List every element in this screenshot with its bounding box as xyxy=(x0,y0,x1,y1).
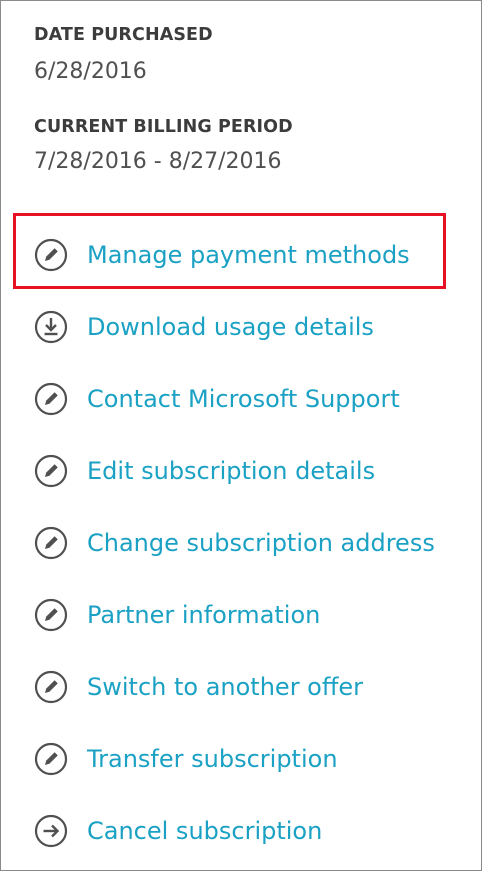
contact-microsoft-support-label: Contact Microsoft Support xyxy=(87,385,400,413)
cancel-subscription-label: Cancel subscription xyxy=(87,817,323,845)
partner-information-label: Partner information xyxy=(87,601,321,629)
switch-offer-label: Switch to another offer xyxy=(87,673,364,701)
date-purchased-label: DATE PURCHASED xyxy=(34,25,213,45)
contact-microsoft-support-link[interactable]: Contact Microsoft Support xyxy=(33,379,400,419)
billing-period-label: CURRENT BILLING PERIOD xyxy=(34,117,293,137)
change-subscription-address-link[interactable]: Change subscription address xyxy=(33,523,435,563)
switch-offer-link[interactable]: Switch to another offer xyxy=(33,667,363,707)
pencil-icon xyxy=(33,381,69,417)
arrow-right-icon xyxy=(33,813,69,849)
download-usage-details-link[interactable]: Download usage details xyxy=(33,307,374,347)
partner-information-link[interactable]: Partner information xyxy=(33,595,320,635)
manage-payment-methods-label: Manage payment methods xyxy=(87,241,410,269)
cancel-subscription-link[interactable]: Cancel subscription xyxy=(33,811,322,851)
edit-subscription-details-link[interactable]: Edit subscription details xyxy=(33,451,375,491)
subscription-panel: DATE PURCHASED 6/28/2016 CURRENT BILLING… xyxy=(0,0,482,871)
billing-period-value: 7/28/2016 - 8/27/2016 xyxy=(34,149,282,174)
change-subscription-address-label: Change subscription address xyxy=(87,529,435,557)
pencil-icon xyxy=(33,453,69,489)
pencil-icon xyxy=(33,741,69,777)
pencil-icon xyxy=(33,597,69,633)
download-usage-details-label: Download usage details xyxy=(87,313,374,341)
edit-subscription-details-label: Edit subscription details xyxy=(87,457,376,485)
date-purchased-value: 6/28/2016 xyxy=(34,59,147,84)
pencil-icon xyxy=(33,237,69,273)
transfer-subscription-link[interactable]: Transfer subscription xyxy=(33,739,338,779)
pencil-icon xyxy=(33,525,69,561)
transfer-subscription-label: Transfer subscription xyxy=(87,745,338,773)
download-icon xyxy=(33,309,69,345)
pencil-icon xyxy=(33,669,69,705)
manage-payment-methods-link[interactable]: Manage payment methods xyxy=(33,235,410,275)
